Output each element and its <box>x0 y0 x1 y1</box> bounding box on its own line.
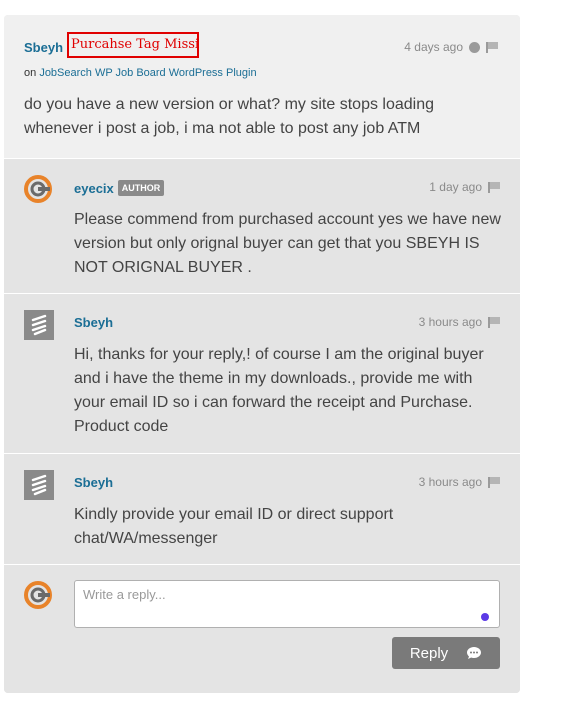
eyecix-logo-avatar <box>24 581 54 611</box>
reply-author-link[interactable]: eyecix <box>74 181 114 196</box>
reply-body: Kindly provide your email ID or direct s… <box>74 506 394 547</box>
reply-time[interactable]: 3 hours ago <box>419 315 482 329</box>
reply-author-link[interactable]: Sbeyh <box>74 315 113 330</box>
reply-author: Sbeyh <box>74 315 113 330</box>
purchase-tag-annotation: Purcahse Tag Missing <box>67 32 199 58</box>
reply-author-link[interactable]: Sbeyh <box>74 475 113 490</box>
question-body: do you have a new version or what? my si… <box>24 96 435 137</box>
eyecix-logo-avatar[interactable] <box>24 175 54 205</box>
speech-bubble-icon <box>467 647 482 659</box>
reply-meta: 3 hours ago <box>419 315 500 329</box>
user-avatar-icon[interactable] <box>24 470 54 500</box>
reply-meta: 1 day ago <box>429 180 500 194</box>
reply-button[interactable]: Reply <box>392 637 500 669</box>
reply-time[interactable]: 1 day ago <box>429 180 482 194</box>
author-badge: AUTHOR <box>117 180 165 196</box>
comment-thread: Sbeyh Purcahse Tag Missing 4 days ago on… <box>4 15 520 693</box>
reply-item: Sbeyh 3 hours ago Kindly provide your em… <box>4 453 520 564</box>
flag-icon[interactable] <box>488 181 500 193</box>
reply-time[interactable]: 3 hours ago <box>419 475 482 489</box>
reply-item: Sbeyh 3 hours ago Hi, thanks for your re… <box>4 293 520 453</box>
reply-author: Sbeyh <box>74 475 113 490</box>
on-label: on <box>24 67 37 79</box>
question-time[interactable]: 4 days ago <box>404 40 463 54</box>
flag-icon[interactable] <box>486 41 498 53</box>
reply-button-label: Reply <box>409 644 449 662</box>
product-line: on JobSearch WP Job Board WordPress Plug… <box>24 67 257 79</box>
reply-meta: 3 hours ago <box>419 475 500 489</box>
user-avatar-icon[interactable] <box>24 310 54 340</box>
question-author-link[interactable]: Sbeyh <box>24 40 63 55</box>
reply-author: eyecix AUTHOR <box>74 180 165 196</box>
question-meta: 4 days ago <box>404 40 498 54</box>
reply-item: eyecix AUTHOR 1 day ago Please commend f… <box>4 158 520 293</box>
reply-body: Hi, thanks for your reply,! of course I … <box>74 346 484 435</box>
status-dot-icon <box>469 41 480 53</box>
flag-icon[interactable] <box>488 476 500 488</box>
product-link[interactable]: JobSearch WP Job Board WordPress Plugin <box>39 67 256 79</box>
flag-icon[interactable] <box>488 316 500 328</box>
question-post: Sbeyh Purcahse Tag Missing 4 days ago on… <box>4 15 520 158</box>
reply-input[interactable] <box>74 580 500 628</box>
reply-compose: Reply <box>4 564 520 693</box>
reply-body: Please commend from purchased account ye… <box>74 211 501 276</box>
input-status-dot-icon <box>481 613 489 621</box>
